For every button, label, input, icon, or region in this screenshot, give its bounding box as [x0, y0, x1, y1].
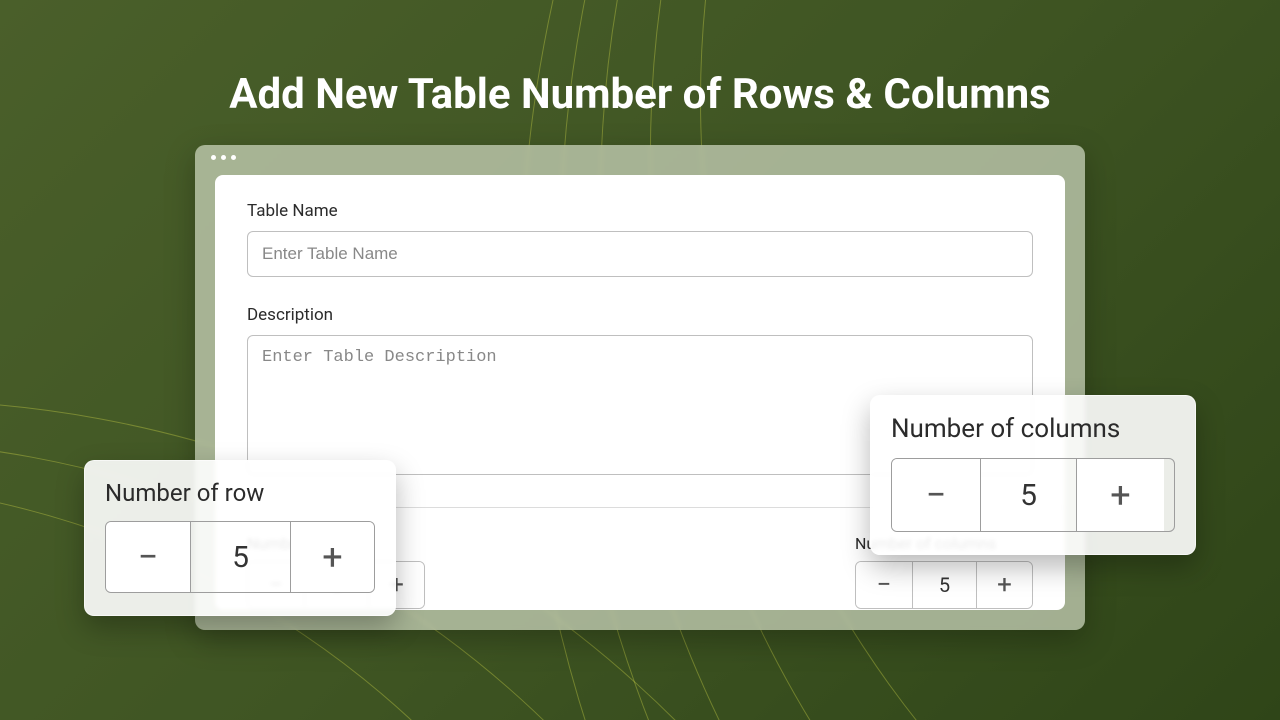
rows-callout-value: 5	[190, 522, 290, 592]
table-name-label: Table Name	[247, 201, 1033, 221]
rows-callout-decrement-button[interactable]: −	[106, 522, 190, 592]
rows-callout-increment-button[interactable]: +	[290, 522, 374, 592]
columns-callout-stepper: − 5 +	[891, 458, 1175, 532]
columns-callout-value: 5	[980, 459, 1076, 531]
columns-increment-button[interactable]: +	[976, 562, 1032, 608]
columns-callout: Number of columns − 5 +	[870, 395, 1196, 555]
columns-callout-increment-button[interactable]: +	[1076, 459, 1164, 531]
window-dot-icon	[231, 155, 236, 160]
window-controls	[211, 155, 236, 160]
rows-callout: Number of row − 5 +	[84, 460, 396, 616]
window-dot-icon	[221, 155, 226, 160]
description-label: Description	[247, 305, 1033, 325]
columns-decrement-button[interactable]: −	[856, 562, 912, 608]
columns-stepper: − 5 +	[855, 561, 1033, 609]
rows-callout-label: Number of row	[105, 479, 375, 507]
columns-value: 5	[912, 562, 976, 608]
columns-callout-decrement-button[interactable]: −	[892, 459, 980, 531]
page-title: Add New Table Number of Rows & Columns	[0, 70, 1280, 119]
columns-callout-label: Number of columns	[891, 414, 1175, 444]
rows-callout-stepper: − 5 +	[105, 521, 375, 593]
window-dot-icon	[211, 155, 216, 160]
table-name-input[interactable]	[247, 231, 1033, 277]
